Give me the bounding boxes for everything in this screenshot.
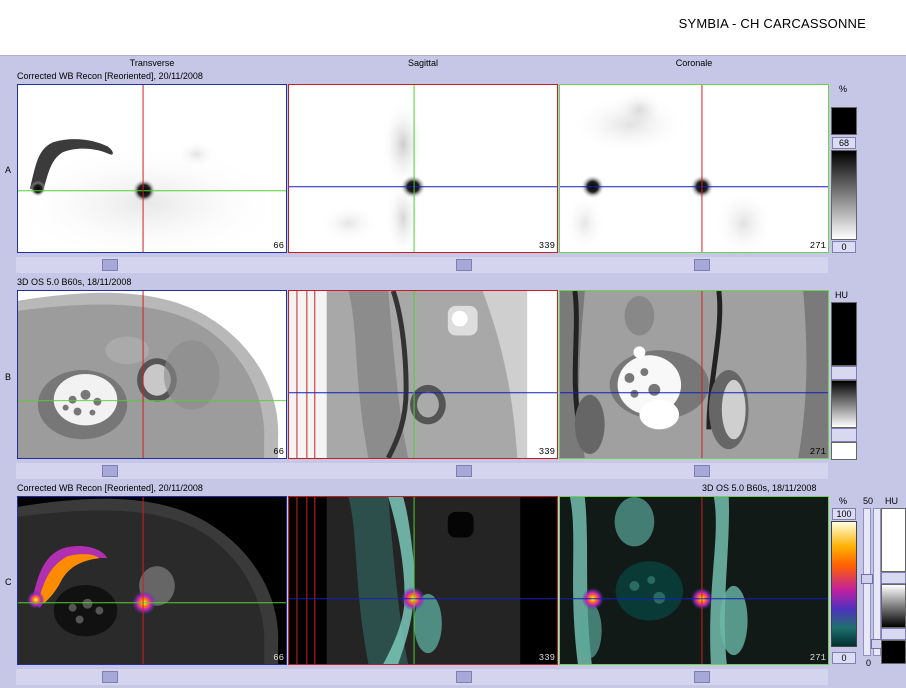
column-header-transverse: Transverse xyxy=(129,58,175,68)
pet-colorbar: % 68 0 xyxy=(831,84,857,254)
colorbar-saturated-segment xyxy=(831,302,857,366)
row-b-caption: 3D OS 5.0 B60s, 18/11/2008 xyxy=(17,277,132,287)
colorbar-unit: HU xyxy=(835,290,848,300)
blend-slider-label: 50 xyxy=(863,496,874,506)
slice-number: 339 xyxy=(538,241,555,251)
fusion-ct-colorbar: HU xyxy=(881,496,906,668)
pet-coronal-panel[interactable]: 271 xyxy=(559,84,829,253)
colorbar-saturated-segment xyxy=(831,107,857,135)
ct-transverse-panel[interactable]: 66 xyxy=(17,290,287,459)
blend-slider-right[interactable] xyxy=(871,508,883,656)
transverse-scroll-thumb[interactable] xyxy=(102,465,118,477)
app-header: SYMBIA - CH CARCASSONNE xyxy=(0,0,906,56)
sagittal-scroll-thumb[interactable] xyxy=(456,671,472,683)
slice-number: 66 xyxy=(273,241,284,251)
fusion-transverse-panel[interactable]: 66 xyxy=(17,496,287,665)
colorbar-unit: % xyxy=(839,84,848,94)
coronal-scroll-thumb[interactable] xyxy=(694,259,710,271)
row-b-scrollbar[interactable] xyxy=(16,463,828,479)
slice-number: 271 xyxy=(809,653,826,663)
pet-transverse-panel[interactable]: 66 xyxy=(17,84,287,253)
colorbar-unit: % xyxy=(839,496,848,506)
slice-number: 339 xyxy=(538,653,555,663)
window-lower-handle[interactable] xyxy=(881,628,906,640)
row-c-scrollbar[interactable] xyxy=(16,669,828,685)
ct-coronal-panel[interactable]: 271 xyxy=(559,290,829,459)
colorbar-unit: HU xyxy=(885,496,898,506)
colorbar-bottom-value[interactable]: 0 xyxy=(832,652,856,664)
blend-bottom-value: 0 xyxy=(866,658,872,668)
fusion-pet-colorbar: % 100 0 xyxy=(831,496,857,668)
colorbar-saturated-segment xyxy=(881,640,906,664)
window-upper-handle[interactable] xyxy=(831,366,857,380)
slice-number: 339 xyxy=(538,447,555,457)
colorbar-upper-value[interactable]: 68 xyxy=(832,137,856,149)
colorbar-white-segment xyxy=(831,442,857,460)
ct-colorbar: HU xyxy=(831,290,857,460)
pet-sagittal-panel[interactable]: 339 xyxy=(288,84,558,253)
fusion-sagittal-panel[interactable]: 339 xyxy=(288,496,558,665)
colorbar-gradient xyxy=(831,150,857,240)
ct-sagittal-panel[interactable]: 339 xyxy=(288,290,558,459)
transverse-scroll-thumb[interactable] xyxy=(102,671,118,683)
row-c-letter: C xyxy=(5,577,12,587)
slice-number: 66 xyxy=(273,447,284,457)
slice-number: 271 xyxy=(809,241,826,251)
blend-slider-knob[interactable] xyxy=(861,574,873,584)
row-a-scrollbar[interactable] xyxy=(16,257,828,273)
blend-slider-left[interactable] xyxy=(861,508,873,656)
slice-number: 66 xyxy=(273,653,284,663)
sagittal-scroll-thumb[interactable] xyxy=(456,259,472,271)
site-title: SYMBIA - CH CARCASSONNE xyxy=(678,16,866,31)
colorbar-top-value[interactable]: 100 xyxy=(832,508,856,520)
slice-number: 271 xyxy=(809,447,826,457)
colorbar-gradient xyxy=(831,521,857,647)
sagittal-scroll-thumb[interactable] xyxy=(456,465,472,477)
colorbar-gradient xyxy=(881,584,906,628)
coronal-scroll-thumb[interactable] xyxy=(694,671,710,683)
colorbar-white-segment xyxy=(881,508,906,572)
colorbar-lower-value[interactable]: 0 xyxy=(832,241,856,253)
row-c-caption-pet: Corrected WB Recon [Reoriented], 20/11/2… xyxy=(17,483,203,493)
row-a-caption: Corrected WB Recon [Reoriented], 20/11/2… xyxy=(17,71,203,81)
fusion-coronal-panel[interactable]: 271 xyxy=(559,496,829,665)
coronal-scroll-thumb[interactable] xyxy=(694,465,710,477)
window-upper-handle[interactable] xyxy=(881,572,906,584)
window-lower-handle[interactable] xyxy=(831,428,857,442)
column-header-sagittal: Sagittal xyxy=(407,58,439,68)
column-header-coronal: Coronale xyxy=(675,58,713,68)
transverse-scroll-thumb[interactable] xyxy=(102,259,118,271)
row-a-letter: A xyxy=(5,165,12,175)
row-b-letter: B xyxy=(5,372,12,382)
colorbar-gradient xyxy=(831,380,857,428)
row-c-caption-ct: 3D OS 5.0 B60s, 18/11/2008 xyxy=(702,483,817,493)
